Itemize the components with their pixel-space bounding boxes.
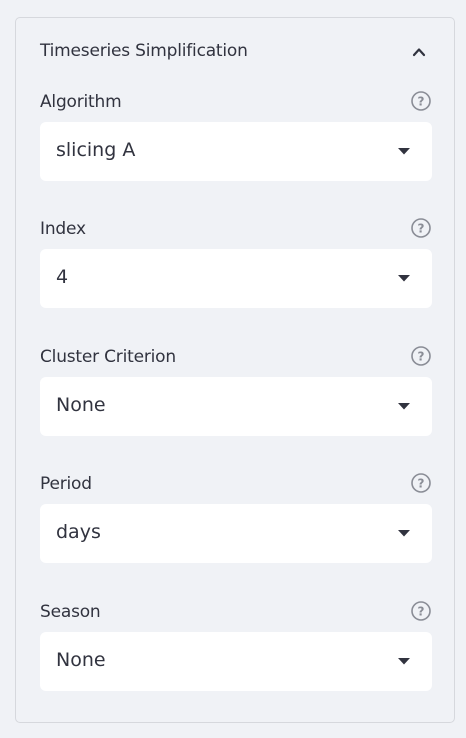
question-circle-icon[interactable]: ? (410, 472, 432, 494)
caret-down-icon (398, 275, 410, 282)
period-selected-value: days (56, 521, 101, 543)
period-select[interactable]: days (40, 504, 432, 563)
cluster-criterion-field: Cluster Criterion ? None (40, 345, 432, 467)
season-selected-value: None (56, 649, 106, 671)
caret-down-icon (398, 148, 410, 155)
expander-header[interactable]: Timeseries Simplification (16, 18, 454, 88)
algorithm-select[interactable]: slicing A (40, 122, 432, 181)
chevron-up-icon[interactable] (409, 44, 429, 60)
svg-text:?: ? (418, 222, 425, 236)
expander-panel: Timeseries Simplification Algorithm ? sl… (15, 17, 455, 723)
index-select[interactable]: 4 (40, 249, 432, 308)
svg-text:?: ? (418, 350, 425, 364)
page: Timeseries Simplification Algorithm ? sl… (0, 0, 466, 738)
algorithm-label: Algorithm (40, 92, 122, 112)
index-label: Index (40, 219, 86, 239)
svg-text:?: ? (418, 95, 425, 109)
cluster-criterion-select[interactable]: None (40, 377, 432, 436)
cluster-criterion-selected-value: None (56, 394, 106, 416)
question-circle-icon[interactable]: ? (410, 345, 432, 367)
panel-title: Timeseries Simplification (40, 41, 248, 61)
question-circle-icon[interactable]: ? (410, 600, 432, 622)
cluster-criterion-label: Cluster Criterion (40, 347, 176, 367)
season-select[interactable]: None (40, 632, 432, 691)
caret-down-icon (398, 403, 410, 410)
season-label: Season (40, 602, 101, 622)
period-label: Period (40, 474, 92, 494)
question-circle-icon[interactable]: ? (410, 90, 432, 112)
index-selected-value: 4 (56, 266, 69, 288)
period-field: Period ? days (40, 472, 432, 594)
question-circle-icon[interactable]: ? (410, 217, 432, 239)
season-field: Season ? None (40, 600, 432, 722)
caret-down-icon (398, 530, 410, 537)
svg-text:?: ? (418, 605, 425, 619)
algorithm-selected-value: slicing A (56, 139, 136, 161)
svg-text:?: ? (418, 477, 425, 491)
caret-down-icon (398, 658, 410, 665)
algorithm-field: Algorithm ? slicing A (40, 90, 432, 212)
index-field: Index ? 4 (40, 217, 432, 339)
